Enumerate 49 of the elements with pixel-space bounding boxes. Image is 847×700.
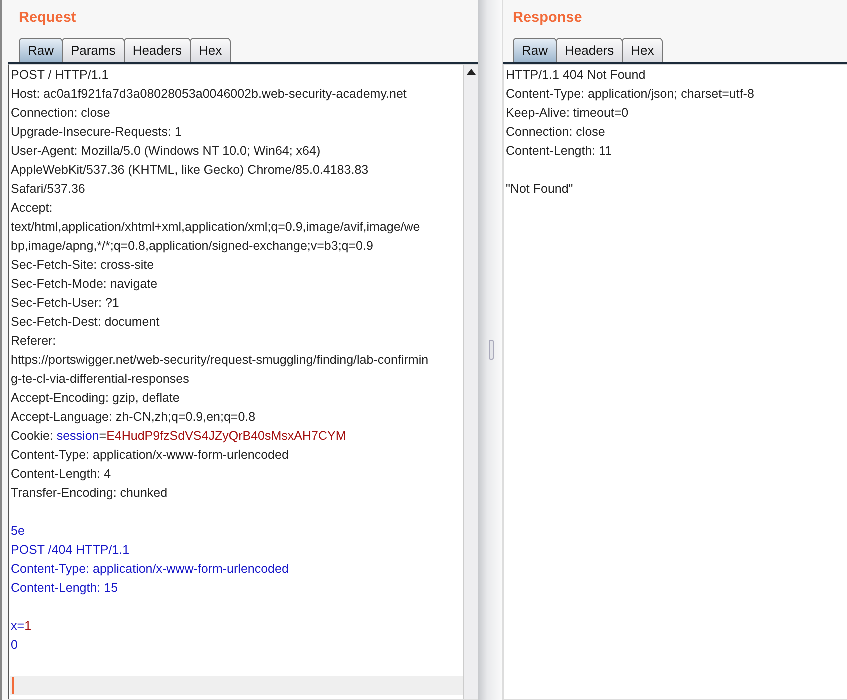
code-line: bp,image/apng,*/*;q=0.8,application/signed-exchange;v=b3;q=0.9 — [11, 238, 374, 255]
code-line: Cookie: session=E4HudP9fzSdVS4JZyQrB40sMsxAH7CYM — [11, 428, 346, 445]
code-line: Content-Type: application/x-www-form-urlencoded — [11, 447, 289, 464]
code-line: POST / HTTP/1.1 — [11, 67, 109, 84]
code-line: Safari/537.36 — [11, 181, 86, 198]
grip-icon[interactable] — [489, 340, 494, 360]
tab[interactable]: Headers — [124, 38, 191, 62]
code-line: POST /404 HTTP/1.1 — [11, 542, 130, 559]
code-line: Content-Length: 15 — [11, 580, 118, 597]
code-line: Connection: close — [11, 105, 110, 122]
tab[interactable]: Headers — [556, 38, 624, 62]
code-line: Transfer-Encoding: chunked — [11, 485, 168, 502]
pane-title: Response — [512, 9, 584, 28]
code-line: Accept-Language: zh-CN,zh;q=0.9,en;q=0.8 — [11, 409, 256, 426]
code-line: Accept-Encoding: gzip, deflate — [11, 390, 180, 407]
code-line: Sec-Fetch-Site: cross-site — [11, 257, 154, 274]
code-line: Content-Type: application/x-www-form-urlencoded — [11, 561, 289, 578]
code-line: Content-Length: 4 — [11, 466, 112, 483]
text-cursor — [12, 677, 14, 694]
tab[interactable]: Hex — [190, 38, 232, 62]
code-line: "Not Found" — [506, 181, 574, 198]
code-line: Accept: — [11, 200, 53, 217]
code-line: HTTP/1.1 404 Not Found — [506, 67, 646, 84]
code-line: 5e — [11, 523, 25, 540]
tab[interactable]: Raw — [19, 38, 64, 62]
tab[interactable]: Params — [62, 38, 125, 62]
code-line: Keep-Alive: timeout=0 — [506, 105, 629, 122]
tab[interactable]: Raw — [513, 38, 558, 62]
code-line: https://portswigger.net/web-security/request-smuggling/finding/lab-confirmin — [11, 352, 429, 369]
code-line: Upgrade-Insecure-Requests: 1 — [11, 124, 182, 141]
code-line: Connection: close — [506, 124, 606, 141]
code-line: Host: ac0a1f921fa7d3a08028053a0046002b.web-security-academy.net — [11, 86, 407, 103]
pane-title: Request — [18, 9, 78, 28]
code-line: g-te-cl-via-differential-responses — [11, 371, 190, 388]
code-line: 0 — [11, 637, 18, 654]
scrollbar[interactable] — [463, 65, 478, 699]
tab[interactable]: Hex — [622, 38, 664, 62]
code-line: Content-Length: 11 — [506, 143, 612, 160]
text-editor[interactable]: HTTP/1.1 404 Not Found Content-Type: application/json; charset=utf-8 Keep-Alive: timeout=0 Connection: close Content-Length: 11 "Not Found" — [503, 64, 847, 700]
code-line: Referer: — [11, 333, 56, 350]
code-line: text/html,application/xhtml+xml,application/xml;q=0.9,image/avif,image/we — [11, 219, 420, 236]
code-line: Sec-Fetch-User: ?1 — [11, 295, 120, 312]
code-line: User-Agent: Mozilla/5.0 (Windows NT 10.0; Win64; x64) — [11, 143, 321, 160]
code-line: Content-Type: application/json; charset=utf-8 — [506, 86, 754, 103]
text-editor[interactable] — [8, 64, 478, 700]
code-line: x=1 — [11, 618, 32, 635]
code-line: Sec-Fetch-Mode: navigate — [11, 276, 158, 293]
code-line: AppleWebKit/537.36 (KHTML, like Gecko) Chrome/85.0.4183.83 — [11, 162, 369, 179]
code-line: Sec-Fetch-Dest: document — [11, 314, 160, 331]
